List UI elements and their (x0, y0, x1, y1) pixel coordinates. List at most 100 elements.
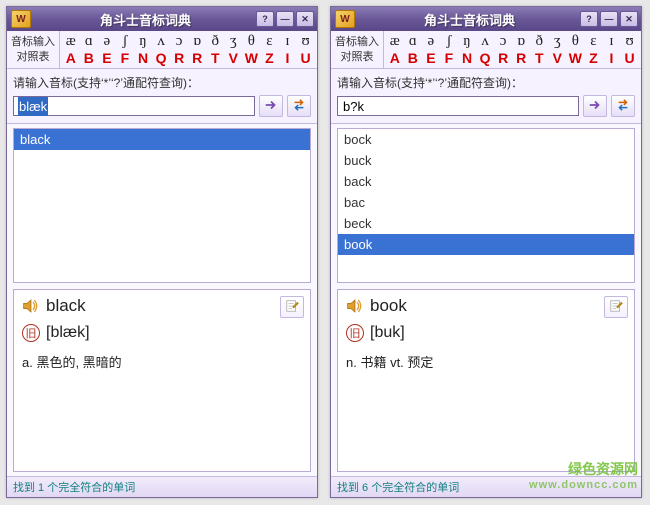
key-letter[interactable]: U (298, 50, 314, 66)
old-badge: 旧 (22, 324, 40, 342)
ipa-symbol[interactable]: ʌ (477, 33, 493, 50)
ipa-symbol[interactable]: ɒ (513, 33, 529, 50)
headword: book (370, 296, 407, 316)
titlebar: W角斗士音标词典?—✕ (7, 7, 317, 31)
list-item[interactable]: book (338, 234, 634, 255)
ipa-symbol[interactable]: ŋ (459, 33, 475, 50)
results-list[interactable]: bockbuckbackbacbeckbook (337, 128, 635, 283)
search-input[interactable]: blæk (13, 96, 255, 116)
key-letter[interactable]: B (405, 50, 421, 66)
key-letter[interactable]: T (532, 50, 548, 66)
ipa-symbol[interactable]: ɔ (171, 33, 187, 50)
key-letter[interactable]: N (135, 50, 151, 66)
key-letter[interactable]: N (459, 50, 475, 66)
ipa-symbol[interactable]: ʌ (153, 33, 169, 50)
speaker-icon[interactable] (22, 298, 40, 314)
key-letter[interactable]: R (189, 50, 205, 66)
ipa-symbol[interactable]: ʒ (550, 33, 566, 50)
key-letter[interactable]: A (387, 50, 403, 66)
status-bar: 找到 6 个完全符合的单词 (331, 476, 641, 497)
help-button[interactable]: ? (256, 11, 274, 27)
ipa-symbol[interactable]: ə (423, 33, 439, 50)
arrow-icon (588, 98, 602, 115)
results-list[interactable]: black (13, 128, 311, 283)
app-icon: W (335, 10, 355, 28)
swap-button[interactable] (611, 95, 635, 117)
key-letter[interactable]: Z (586, 50, 602, 66)
ipa-symbol[interactable]: ɒ (189, 33, 205, 50)
key-letter[interactable]: Z (262, 50, 278, 66)
swap-button[interactable] (287, 95, 311, 117)
ipa-symbol[interactable]: ð (532, 33, 548, 50)
ref-label: 音标输入 (335, 35, 379, 50)
key-letter[interactable]: V (226, 50, 242, 66)
edit-icon (285, 299, 299, 316)
ipa-symbol[interactable]: ɪ (604, 33, 620, 50)
help-button[interactable]: ? (580, 11, 598, 27)
speaker-icon[interactable] (346, 298, 364, 314)
ipa-symbol[interactable]: ɪ (280, 33, 296, 50)
old-badge: 旧 (346, 324, 364, 342)
ipa-symbol[interactable]: ð (208, 33, 224, 50)
ipa-symbol[interactable]: ɑ (405, 33, 421, 50)
swap-icon (292, 98, 306, 115)
ipa-symbol[interactable]: ə (99, 33, 115, 50)
ipa-symbol[interactable]: ʃ (441, 33, 457, 50)
list-item[interactable]: black (14, 129, 310, 150)
go-button[interactable] (259, 95, 283, 117)
ipa-symbol[interactable]: θ (244, 33, 260, 50)
key-letter[interactable]: R (171, 50, 187, 66)
ipa-symbol[interactable]: ɑ (81, 33, 97, 50)
key-letter[interactable]: I (604, 50, 620, 66)
search-input[interactable]: b?k (337, 96, 579, 116)
edit-button[interactable] (280, 296, 304, 318)
definition: n. 书籍 vt. 预定 (346, 352, 626, 371)
ipa-symbol[interactable]: ʃ (117, 33, 133, 50)
key-letter[interactable]: W (244, 50, 260, 66)
detail-panel: black旧[blæk]a. 黑色的, 黑暗的 (13, 289, 311, 472)
key-letter[interactable]: Q (477, 50, 493, 66)
key-letter[interactable]: R (495, 50, 511, 66)
ipa-symbol[interactable]: ʊ (298, 33, 314, 50)
key-letter[interactable]: E (99, 50, 115, 66)
prompt-label: 请输入音标(支持‘*’‘?’通配符查询)： (331, 69, 641, 93)
key-letter[interactable]: E (423, 50, 439, 66)
key-letter[interactable]: F (117, 50, 133, 66)
key-letter[interactable]: A (63, 50, 79, 66)
key-letter[interactable]: T (208, 50, 224, 66)
list-item[interactable]: bac (338, 192, 634, 213)
search-row: b?k (331, 93, 641, 124)
headword: black (46, 296, 86, 316)
close-button[interactable]: ✕ (620, 11, 638, 27)
ipa-symbol[interactable]: ɛ (262, 33, 278, 50)
close-button[interactable]: ✕ (296, 11, 314, 27)
ipa-symbol[interactable]: æ (63, 33, 79, 50)
minimize-button[interactable]: — (600, 11, 618, 27)
edit-button[interactable] (604, 296, 628, 318)
key-letter[interactable]: W (568, 50, 584, 66)
list-item[interactable]: buck (338, 150, 634, 171)
ipa-symbol[interactable]: ɛ (586, 33, 602, 50)
key-letter[interactable]: B (81, 50, 97, 66)
key-letter[interactable]: R (513, 50, 529, 66)
list-item[interactable]: back (338, 171, 634, 192)
ipa-symbol[interactable]: ɔ (495, 33, 511, 50)
ref-label: 对照表 (17, 50, 50, 65)
edit-icon (609, 299, 623, 316)
ipa-symbol[interactable]: ʊ (622, 33, 638, 50)
arrow-icon (264, 98, 278, 115)
key-letter[interactable]: I (280, 50, 296, 66)
go-button[interactable] (583, 95, 607, 117)
list-item[interactable]: beck (338, 213, 634, 234)
pronunciation: [blæk] (46, 324, 90, 342)
key-letter[interactable]: F (441, 50, 457, 66)
list-item[interactable]: bock (338, 129, 634, 150)
key-letter[interactable]: Q (153, 50, 169, 66)
ipa-symbol[interactable]: æ (387, 33, 403, 50)
ipa-symbol[interactable]: ʒ (226, 33, 242, 50)
minimize-button[interactable]: — (276, 11, 294, 27)
ipa-symbol[interactable]: θ (568, 33, 584, 50)
ipa-symbol[interactable]: ŋ (135, 33, 151, 50)
key-letter[interactable]: V (550, 50, 566, 66)
key-letter[interactable]: U (622, 50, 638, 66)
